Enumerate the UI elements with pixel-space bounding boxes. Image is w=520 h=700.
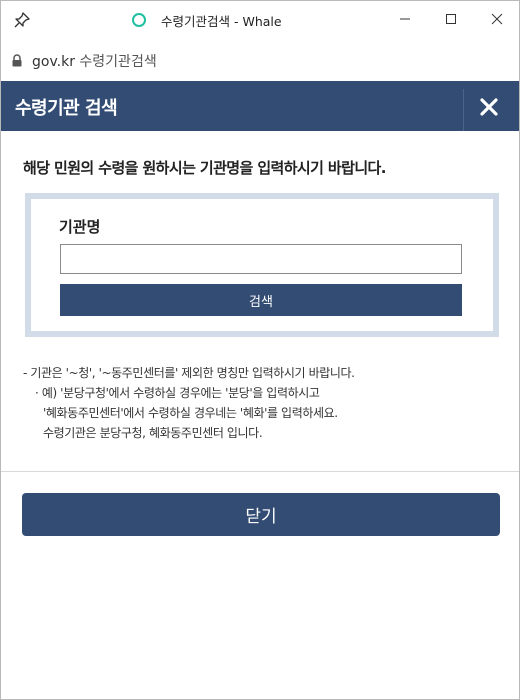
browser-window: 수령기관검색 - Whale gov.kr 수령기관검색 수령기관 검색 해당 … xyxy=(0,0,520,700)
org-name-label: 기관명 xyxy=(59,218,101,236)
dialog-title: 수령기관 검색 xyxy=(15,98,118,119)
address-page-title: 수령기관검색 xyxy=(79,54,157,70)
close-icon xyxy=(491,13,503,25)
org-name-input[interactable] xyxy=(60,244,462,274)
lock-icon xyxy=(12,54,22,67)
close-window-button[interactable] xyxy=(482,7,512,31)
divider xyxy=(1,471,519,472)
close-button[interactable]: 닫기 xyxy=(22,493,500,536)
minimize-icon xyxy=(400,18,410,20)
close-icon[interactable] xyxy=(475,93,503,121)
note-line: · 예) '분당구청'에서 수령하실 경우에는 '분당'을 입력하시고 xyxy=(35,386,320,400)
window-title: 수령기관검색 - Whale xyxy=(161,14,282,29)
page-status-icon xyxy=(132,13,146,27)
address-text: gov.kr 수령기관검색 xyxy=(32,51,157,71)
note-line: - 기관은 '~청', '~동주민센터를' 제외한 명칭만 입력하시기 바랍니다… xyxy=(23,366,355,380)
dialog-header: 수령기관 검색 xyxy=(1,81,519,131)
address-domain: gov.kr xyxy=(32,54,75,70)
minimize-button[interactable] xyxy=(390,7,420,31)
note-line: '혜화동주민센터'에서 수령하실 경우네는 '혜화'를 입력하세요. xyxy=(43,406,338,420)
pin-icon[interactable] xyxy=(13,11,31,29)
header-divider xyxy=(463,89,464,131)
maximize-icon xyxy=(446,14,456,24)
address-bar[interactable]: gov.kr 수령기관검색 xyxy=(1,45,519,75)
search-button[interactable]: 검색 xyxy=(60,284,462,316)
instruction-text: 해당 민원의 수령을 원하시는 기관명을 입력하시기 바랍니다. xyxy=(23,159,386,177)
note-line: 수령기관은 분당구청, 혜화동주민센터 입니다. xyxy=(43,426,263,440)
maximize-button[interactable] xyxy=(436,7,466,31)
title-bar: 수령기관검색 - Whale xyxy=(1,1,519,39)
notes: - 기관은 '~청', '~동주민센터를' 제외한 명칭만 입력하시기 바랍니다… xyxy=(23,363,355,443)
